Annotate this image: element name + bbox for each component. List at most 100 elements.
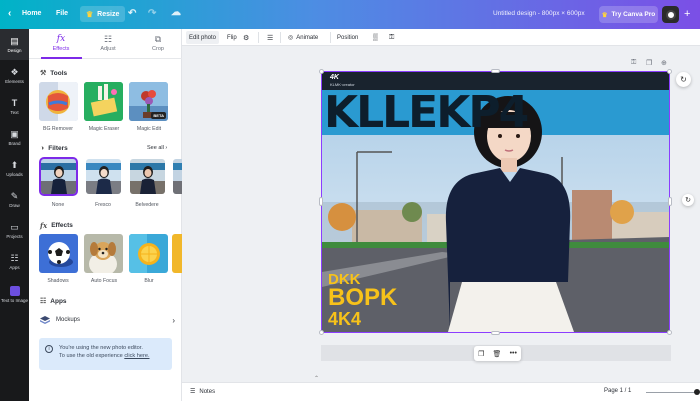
mockups-label: Mockups bbox=[56, 317, 81, 323]
filter-fresco[interactable] bbox=[86, 159, 121, 194]
see-all-filters-link[interactable]: See all › bbox=[147, 145, 167, 151]
resize-handle-bl[interactable] bbox=[319, 330, 324, 335]
floating-element-toolbar: ❐ 🗑︎ ••• bbox=[474, 346, 521, 361]
tab-effects[interactable]: fx Effects bbox=[36, 34, 86, 52]
resize-button[interactable]: ♛ Resize bbox=[80, 6, 126, 22]
crown-icon: ♛ bbox=[86, 9, 94, 19]
tab-crop[interactable]: ⧉ Crop bbox=[133, 34, 183, 52]
resize-handle-left[interactable] bbox=[319, 197, 323, 206]
notes-label: Notes bbox=[199, 388, 216, 395]
fx-icon: fx bbox=[40, 221, 48, 230]
avatar[interactable] bbox=[662, 6, 679, 23]
rail-label: Projects bbox=[6, 234, 23, 239]
transparency-icon[interactable]: ▒ bbox=[370, 31, 381, 44]
resize-handle-tl[interactable] bbox=[319, 69, 324, 74]
copy-icon[interactable]: ❐ bbox=[478, 350, 484, 358]
tab-label: Crop bbox=[152, 46, 164, 52]
crop-icon: ⧉ bbox=[154, 34, 162, 44]
resize-handle-top[interactable] bbox=[491, 69, 500, 73]
rail-item-brand[interactable]: ▣ Brand bbox=[0, 122, 29, 153]
refresh-icon[interactable]: ↻ bbox=[676, 72, 691, 87]
page-indicator[interactable]: Page 1 / 1 bbox=[604, 388, 631, 394]
rail-item-text-to-image[interactable]: Text to Image bbox=[0, 277, 29, 311]
notice-line1: You're using the new photo editor. bbox=[59, 345, 143, 351]
position-button[interactable]: Position bbox=[334, 31, 361, 44]
bottom-text-2: BOPK bbox=[328, 284, 398, 311]
rail-item-text[interactable]: T Text bbox=[0, 91, 29, 122]
flip-button[interactable]: Flip bbox=[224, 31, 240, 44]
rail-item-apps[interactable]: ☷ Apps bbox=[0, 246, 29, 277]
filter-next-partial[interactable] bbox=[173, 159, 182, 194]
panel-tabs: fx Effects ☷ Adjust ⧉ Crop bbox=[29, 29, 182, 59]
active-tab-indicator bbox=[41, 57, 82, 59]
tab-label: Adjust bbox=[100, 46, 116, 52]
border-style-icon[interactable]: ☰ bbox=[264, 31, 276, 44]
effect-shadows[interactable] bbox=[39, 234, 78, 273]
design-canvas[interactable]: 4K KLMK·creator KLLEKP4 DKK BOPK 4K4 bbox=[321, 71, 670, 333]
file-menu[interactable]: File bbox=[56, 10, 68, 17]
info-icon: i bbox=[45, 345, 53, 353]
rail-item-projects[interactable]: ▭ Projects bbox=[0, 215, 29, 246]
filters-heading-label: Filters bbox=[48, 145, 68, 152]
try-canva-pro-button[interactable]: ♛ Try Canva Pro bbox=[599, 6, 658, 23]
animate-icon: ◎ bbox=[288, 35, 294, 41]
undo-icon[interactable]: ↶ bbox=[128, 8, 136, 19]
apps-heading-label: Apps bbox=[50, 297, 67, 305]
tab-adjust[interactable]: ☷ Adjust bbox=[83, 34, 133, 52]
resize-handle-bottom[interactable] bbox=[491, 331, 500, 335]
resize-handle-br[interactable] bbox=[667, 330, 672, 335]
filter-icon: ◑ bbox=[40, 145, 45, 152]
home-button[interactable]: Home bbox=[22, 10, 41, 17]
rail-label: Draw bbox=[9, 203, 20, 208]
rail-label: Design bbox=[7, 48, 22, 53]
notes-button[interactable]: ☰ Notes bbox=[190, 388, 216, 396]
context-toolbar: Edit photo Flip ⚙ ☰ ◎ Animate Position ▒… bbox=[182, 29, 700, 46]
cloud-save-icon[interactable]: ☁ bbox=[171, 7, 181, 18]
rail-item-draw[interactable]: ✎ Draw bbox=[0, 184, 29, 215]
apps-heading: ☷ Apps bbox=[40, 297, 67, 306]
zoom-slider-track[interactable] bbox=[646, 392, 696, 393]
effect-next-partial[interactable] bbox=[172, 234, 182, 273]
design-title[interactable]: Untitled design - 800px × 600px bbox=[493, 10, 585, 17]
rail-item-elements[interactable]: ❖ Elements bbox=[0, 60, 29, 91]
rail-item-uploads[interactable]: ⬆ Uploads bbox=[0, 153, 29, 184]
rail-item-design[interactable]: ▤ Design bbox=[0, 29, 29, 60]
resize-label: Resize bbox=[97, 10, 120, 18]
edit-photo-button[interactable]: Edit photo bbox=[186, 31, 220, 44]
adjust-icon[interactable]: ⚙ bbox=[240, 31, 252, 44]
notes-icon: ☰ bbox=[190, 389, 196, 395]
tool-magic-eraser[interactable] bbox=[84, 82, 123, 121]
new-editor-notice: i You're using the new photo editor. To … bbox=[39, 338, 172, 370]
rotate-icon[interactable]: ↻ bbox=[682, 194, 694, 206]
tool-magic-edit[interactable]: BETA bbox=[129, 82, 168, 121]
duplicate-icon[interactable]: ❐ bbox=[646, 59, 652, 67]
zoom-slider-knob[interactable] bbox=[694, 389, 700, 395]
filter-label: Belvedere bbox=[135, 202, 159, 208]
redo-icon[interactable]: ↷ bbox=[148, 8, 156, 19]
trash-icon[interactable]: 🗑︎ bbox=[493, 350, 502, 358]
add-icon[interactable]: + bbox=[684, 8, 690, 20]
tool-label: BG Remover bbox=[43, 126, 73, 132]
text-to-image-icon bbox=[9, 285, 20, 296]
filter-belvedere[interactable] bbox=[130, 159, 165, 194]
effect-label: Blur bbox=[144, 278, 154, 284]
add-page-icon[interactable]: ⊕ bbox=[661, 59, 667, 67]
lock-icon[interactable]: ⚿ bbox=[386, 31, 397, 44]
app-mockups[interactable]: Mockups › bbox=[40, 316, 175, 325]
filter-none[interactable] bbox=[39, 157, 78, 196]
tool-bg-remover[interactable] bbox=[39, 82, 78, 121]
lock-icon[interactable]: ⚿ bbox=[631, 59, 636, 67]
more-icon[interactable]: ••• bbox=[510, 350, 517, 357]
effect-auto-focus[interactable] bbox=[84, 234, 123, 273]
resize-handle-right[interactable] bbox=[668, 197, 672, 206]
rail-label: Uploads bbox=[6, 172, 23, 177]
chevron-up-icon[interactable]: ⌃ bbox=[314, 375, 319, 382]
old-experience-link[interactable]: click here. bbox=[124, 353, 149, 359]
animate-button[interactable]: ◎ Animate bbox=[285, 31, 321, 44]
effect-blur[interactable] bbox=[129, 234, 168, 273]
resize-handle-tr[interactable] bbox=[667, 69, 672, 74]
rail-label: Apps bbox=[9, 265, 20, 270]
rail-label: Brand bbox=[8, 141, 21, 146]
back-chevron-icon[interactable]: ‹ bbox=[8, 8, 11, 19]
logo-text: 4K bbox=[330, 74, 339, 81]
